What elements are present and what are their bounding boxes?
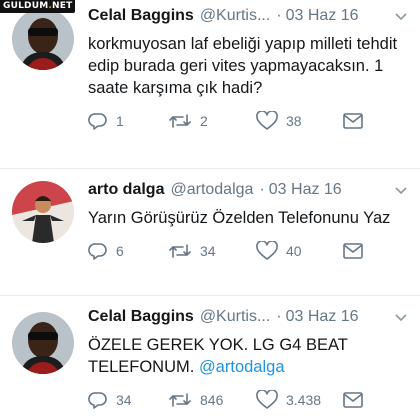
username[interactable]: @Kurtis...	[200, 7, 270, 25]
watermark-prefix: GULDUM	[3, 1, 49, 11]
heart-icon	[256, 111, 278, 131]
avatar-celal[interactable]	[12, 8, 74, 70]
tweet-2[interactable]: arto dalga @artodalga · 03 Haz 16 Yarın …	[0, 168, 420, 295]
envelope-icon	[342, 112, 364, 130]
watermark-suffix: NET	[52, 1, 73, 11]
tweet-3[interactable]: Celal Baggins @Kurtis... · 03 Haz 16 ÖZE…	[0, 295, 420, 420]
display-name[interactable]: Celal Baggins	[88, 308, 194, 326]
separator: ·	[276, 7, 282, 24]
reply-icon	[88, 390, 108, 410]
tweet-actions: 34 846 3.438	[88, 390, 410, 410]
chevron-down-icon[interactable]	[394, 184, 408, 196]
reply-count: 34	[116, 392, 132, 408]
avatar-arto[interactable]	[12, 181, 74, 243]
tweet-text: ÖZELE GEREK YOK. LG G4 BEAT TELEFONUM. @…	[88, 334, 410, 378]
retweet-button[interactable]: 846	[168, 390, 256, 410]
like-button[interactable]: 40	[256, 241, 342, 261]
username[interactable]: @Kurtis...	[200, 308, 270, 326]
retweet-count: 34	[200, 243, 216, 259]
watermark: GULDUM.NET	[0, 0, 76, 13]
mention-link[interactable]: @artodalga	[199, 358, 285, 376]
tweet-header: Celal Baggins @Kurtis... · 03 Haz 16	[88, 7, 410, 27]
reply-button[interactable]: 6	[88, 241, 168, 261]
tweet-actions: 1 2 38	[88, 111, 410, 131]
retweet-count: 846	[200, 392, 224, 408]
username[interactable]: @artodalga	[170, 181, 253, 199]
reply-count: 6	[116, 243, 124, 259]
avatar-celal[interactable]	[12, 312, 74, 374]
reply-count: 1	[116, 113, 124, 129]
display-name[interactable]: arto dalga	[88, 181, 164, 199]
timestamp[interactable]: 03 Haz 16	[286, 308, 359, 326]
reply-icon	[88, 111, 108, 131]
retweet-icon	[168, 241, 192, 261]
reply-icon	[88, 241, 108, 261]
tweet-actions: 6 34 40	[88, 241, 410, 261]
chevron-down-icon[interactable]	[394, 311, 408, 323]
timestamp[interactable]: 03 Haz 16	[286, 7, 359, 25]
tweet-text: Yarın Görüşürüz Özelden Telefonunu Yaz	[88, 207, 410, 229]
retweet-button[interactable]: 2	[168, 111, 256, 131]
tweet-header: arto dalga @artodalga · 03 Haz 16	[88, 181, 410, 201]
heart-icon	[256, 390, 278, 410]
like-count: 40	[286, 243, 302, 259]
tweet-1[interactable]: Celal Baggins @Kurtis... · 03 Haz 16 kor…	[0, 0, 420, 168]
message-button[interactable]	[342, 391, 364, 409]
message-button[interactable]	[342, 242, 364, 260]
heart-icon	[256, 241, 278, 261]
reply-button[interactable]: 1	[88, 111, 168, 131]
like-count: 38	[286, 113, 302, 129]
tweet-body: korkmuyosan laf ebeliği yapıp milleti te…	[88, 35, 398, 97]
separator: ·	[259, 181, 265, 198]
retweet-count: 2	[200, 113, 208, 129]
retweet-icon	[168, 390, 192, 410]
retweet-button[interactable]: 34	[168, 241, 256, 261]
tweet-body: Yarın Görüşürüz Özelden Telefonunu Yaz	[88, 209, 391, 227]
chevron-down-icon[interactable]	[394, 10, 408, 22]
like-count: 3.438	[286, 392, 322, 408]
retweet-icon	[168, 111, 192, 131]
like-button[interactable]: 38	[256, 111, 342, 131]
like-button[interactable]: 3.438	[256, 390, 342, 410]
tweet-header: Celal Baggins @Kurtis... · 03 Haz 16	[88, 308, 410, 328]
display-name[interactable]: Celal Baggins	[88, 7, 194, 25]
message-button[interactable]	[342, 112, 364, 130]
envelope-icon	[342, 391, 364, 409]
envelope-icon	[342, 242, 364, 260]
reply-button[interactable]: 34	[88, 390, 168, 410]
timestamp[interactable]: 03 Haz 16	[269, 181, 342, 199]
tweet-text: korkmuyosan laf ebeliği yapıp milleti te…	[88, 33, 410, 99]
separator: ·	[276, 308, 282, 325]
